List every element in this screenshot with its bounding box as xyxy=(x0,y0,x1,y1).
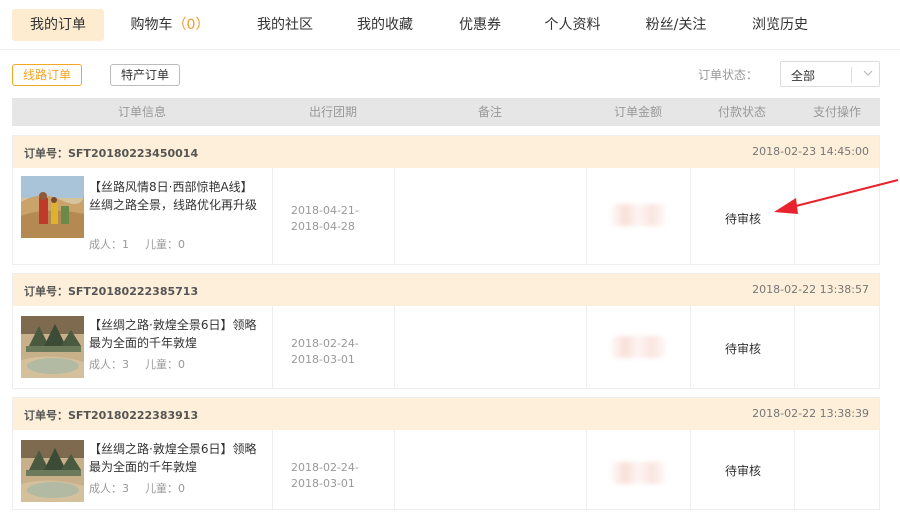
travel-dates: 2018-02-24- 2018-03-01 xyxy=(291,336,359,368)
order-number: 订单号：SFT20180222385713 xyxy=(24,285,199,298)
cell-divider xyxy=(272,168,273,264)
nav-my-favorites[interactable]: 我的收藏 xyxy=(340,9,430,41)
order-card: 订单号：SFT20180223450014 2018-02-23 14:45:0… xyxy=(12,135,880,265)
order-amount-blurred xyxy=(611,336,666,358)
cell-divider xyxy=(690,306,691,388)
payment-status: 待审核 xyxy=(724,342,761,356)
cell-divider xyxy=(394,306,395,388)
order-amount-blurred xyxy=(611,204,666,226)
nav-fans-follow[interactable]: 粉丝/关注 xyxy=(636,9,716,41)
table-header: 订单信息 出行团期 备注 订单金额 付款状态 支付操作 xyxy=(12,98,880,126)
order-number: 订单号：SFT20180223450014 xyxy=(24,147,199,160)
cart-count-open: （ xyxy=(172,17,187,33)
header-remarks: 备注 xyxy=(477,105,502,119)
nav-cart-label: 购物车 xyxy=(130,17,173,33)
child-count: 儿童：0 xyxy=(145,358,185,371)
order-card: 订单号：SFT20180222385713 2018-02-22 13:38:5… xyxy=(12,273,880,389)
header-travel-date: 出行团期 xyxy=(308,105,357,119)
product-thumbnail[interactable] xyxy=(21,440,84,502)
order-status-value: 全部 xyxy=(791,69,816,83)
nav-cart[interactable]: 购物车（0） xyxy=(124,9,216,41)
order-header: 订单号：SFT20180223450014 2018-02-23 14:45:0… xyxy=(13,136,879,168)
chevron-down-icon xyxy=(863,70,873,76)
adult-count: 成人：3 xyxy=(89,482,129,495)
header-order-info: 订单信息 xyxy=(117,105,166,119)
cell-divider xyxy=(586,168,587,264)
adult-count: 成人：1 xyxy=(89,238,129,251)
cell-divider xyxy=(794,430,795,509)
cell-divider xyxy=(394,168,395,264)
travel-dates: 2018-04-21- 2018-04-28 xyxy=(291,203,359,235)
order-header: 订单号：SFT20180222383913 2018-02-22 13:38:3… xyxy=(13,398,879,430)
payment-status: 待审核 xyxy=(724,464,761,478)
order-body: 【丝绸之路·敦煌全景6日】领略最为全面的千年敦煌 成人：3 儿童：0 2018-0… xyxy=(13,430,879,509)
cell-divider xyxy=(272,430,273,509)
traveler-count: 成人：3 儿童：0 xyxy=(89,480,201,496)
nav-my-community[interactable]: 我的社区 xyxy=(240,9,330,41)
cell-divider xyxy=(690,168,691,264)
cell-divider xyxy=(586,430,587,509)
cell-divider xyxy=(690,430,691,509)
travel-dates: 2018-02-24- 2018-03-01 xyxy=(291,460,359,492)
product-thumbnail[interactable] xyxy=(21,316,84,378)
date-end: 2018-03-01 xyxy=(291,353,355,366)
product-title[interactable]: 【丝绸之路·敦煌全景6日】领略最为全面的千年敦煌 xyxy=(89,316,259,352)
nav-my-orders[interactable]: 我的订单 xyxy=(12,9,104,41)
header-payment-status: 付款状态 xyxy=(717,105,766,119)
order-header: 订单号：SFT20180222385713 2018-02-22 13:38:5… xyxy=(13,274,879,306)
product-thumbnail[interactable] xyxy=(21,176,84,238)
nav-profile[interactable]: 个人资料 xyxy=(535,9,610,41)
date-end: 2018-04-28 xyxy=(291,220,355,233)
nav-coupons[interactable]: 优惠券 xyxy=(445,9,515,41)
order-status-select[interactable]: 全部 xyxy=(780,61,880,87)
child-count: 儿童：0 xyxy=(145,238,185,251)
child-count: 儿童：0 xyxy=(145,482,185,495)
order-card: 订单号：SFT20180222383913 2018-02-22 13:38:3… xyxy=(12,397,880,510)
product-title[interactable]: 【丝路风情8日·西部惊艳A线】丝绸之路全景，线路优化再升级 xyxy=(89,178,259,214)
order-time: 2018-02-22 13:38:57 xyxy=(752,283,869,296)
product-title[interactable]: 【丝绸之路·敦煌全景6日】领略最为全面的千年敦煌 xyxy=(89,440,259,476)
select-divider xyxy=(851,67,852,83)
cell-divider xyxy=(272,306,273,388)
order-body: 【丝绸之路·敦煌全景6日】领略最为全面的千年敦煌 成人：3 儿童：0 2018-0… xyxy=(13,306,879,388)
tab-route-orders[interactable]: 线路订单 xyxy=(12,64,83,86)
traveler-count: 成人：3 儿童：0 xyxy=(89,356,201,372)
traveler-count: 成人：1 儿童：0 xyxy=(89,236,201,252)
cell-divider xyxy=(794,306,795,388)
cell-divider xyxy=(394,430,395,509)
order-status-label: 订单状态： xyxy=(698,68,759,82)
date-start: 2018-02-24- xyxy=(291,461,359,474)
tab-specialty-orders[interactable]: 特产订单 xyxy=(110,64,181,86)
date-start: 2018-04-21- xyxy=(291,204,359,217)
date-start: 2018-02-24- xyxy=(291,337,359,350)
cell-divider xyxy=(586,306,587,388)
adult-count: 成人：3 xyxy=(89,358,129,371)
date-end: 2018-03-01 xyxy=(291,477,355,490)
nav-browse-history[interactable]: 浏览历史 xyxy=(740,9,820,41)
annotation-arrow-icon xyxy=(774,179,899,214)
order-body: 【丝路风情8日·西部惊艳A线】丝绸之路全景，线路优化再升级 成人：1 儿童：0 2… xyxy=(13,168,879,264)
order-time: 2018-02-23 14:45:00 xyxy=(752,145,869,158)
cart-count-close: ） xyxy=(195,17,210,33)
order-number: 订单号：SFT20180222383913 xyxy=(24,409,199,422)
order-amount-blurred xyxy=(611,462,666,484)
header-order-amount: 订单金额 xyxy=(613,105,662,119)
top-nav: 我的订单 购物车（0） 我的社区 我的收藏 优惠券 个人资料 粉丝/关注 浏览历… xyxy=(0,0,900,50)
order-time: 2018-02-22 13:38:39 xyxy=(752,407,869,420)
header-pay-action: 支付操作 xyxy=(812,105,861,119)
